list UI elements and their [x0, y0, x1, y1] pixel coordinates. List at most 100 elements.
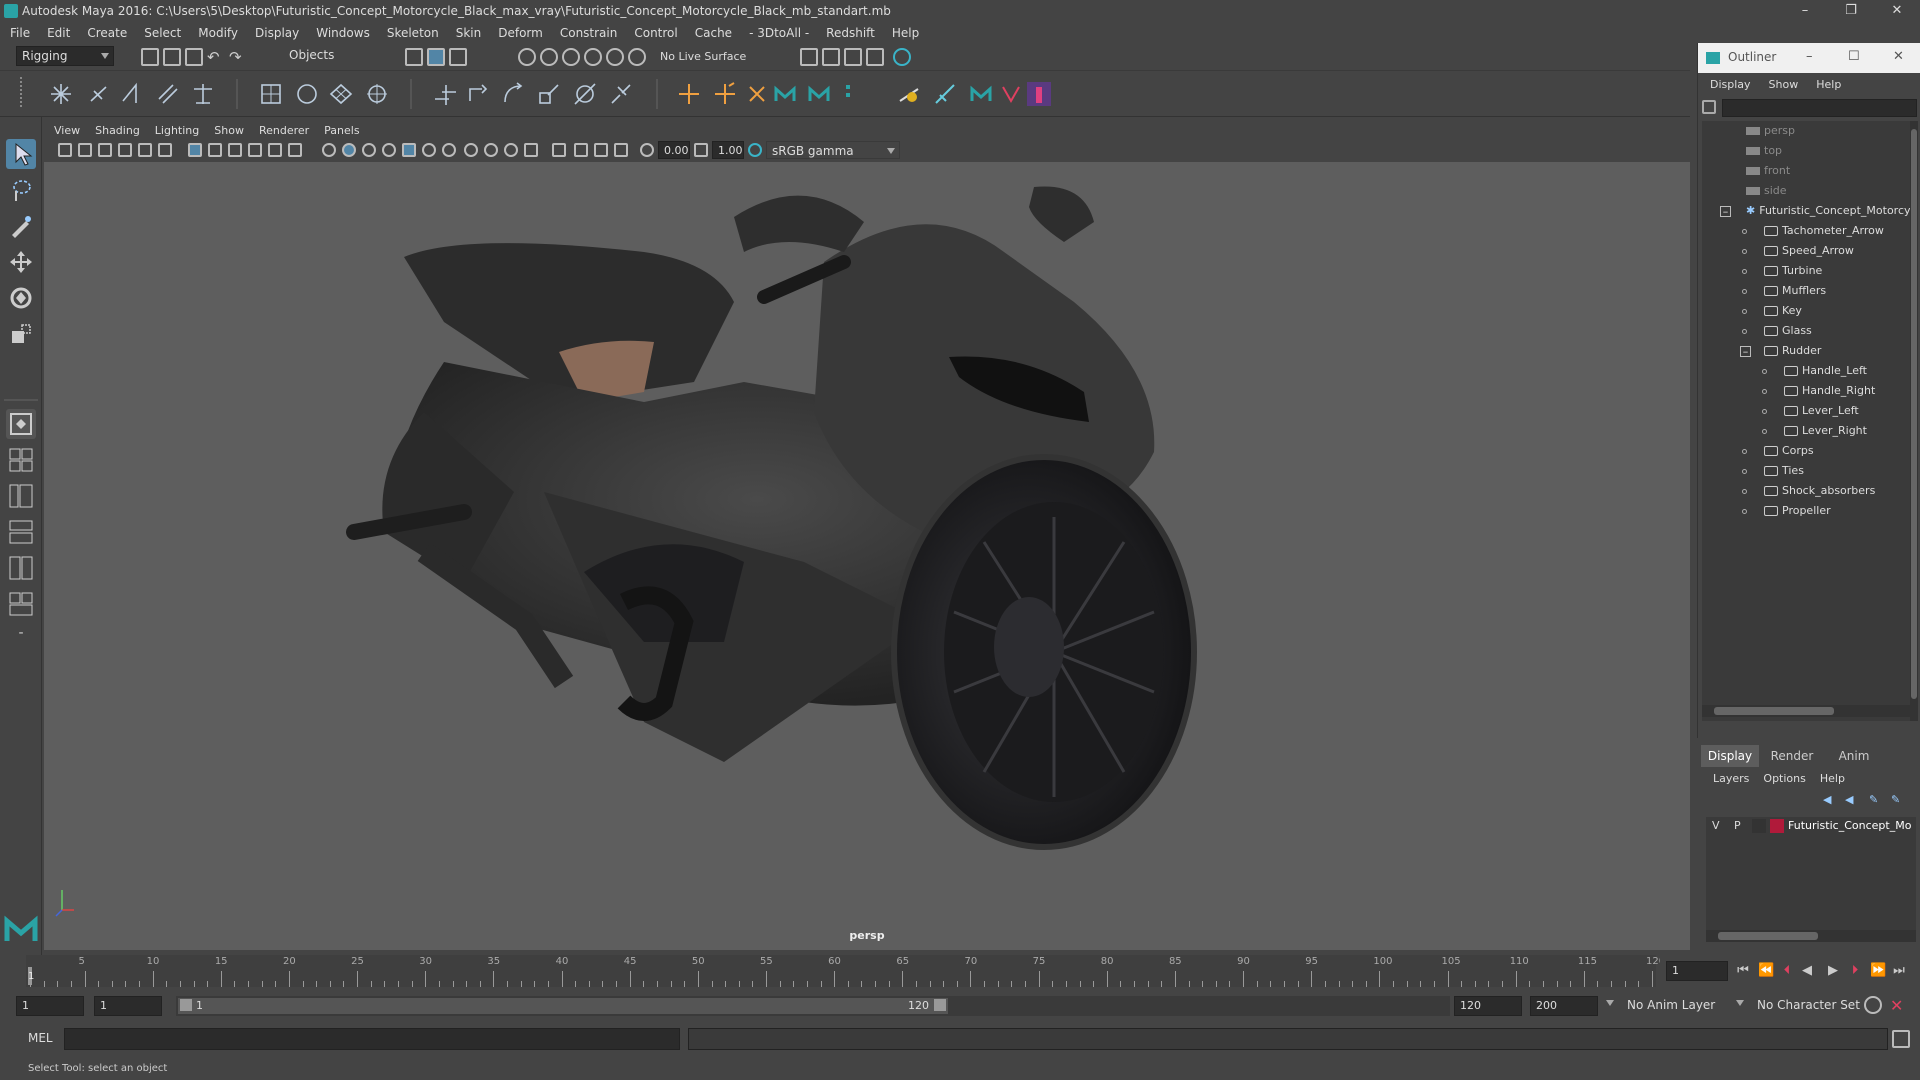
snap-curve-icon[interactable] [540, 48, 558, 66]
outliner-vscroll-thumb[interactable] [1911, 129, 1917, 699]
ik-spline-icon[interactable] [118, 81, 144, 107]
layer-menu-help[interactable]: Help [1820, 772, 1845, 785]
use-all-lights-icon[interactable] [402, 143, 416, 157]
maximize-button[interactable]: ❐ [1828, 0, 1874, 22]
persp-graph-layout[interactable] [6, 517, 36, 547]
four-view-layout[interactable] [6, 445, 36, 475]
playback-end-field[interactable]: 120 [1454, 996, 1522, 1016]
menu-control[interactable]: Control [634, 26, 677, 40]
anim-layer-arrow-icon[interactable] [1606, 1000, 1614, 1006]
bookmark-icon[interactable] [98, 143, 112, 157]
new-scene-icon[interactable] [141, 48, 159, 66]
ik-handle-icon[interactable] [86, 81, 112, 107]
layer-visibility-toggle[interactable]: V [1712, 819, 1720, 832]
new-layer-icon[interactable]: ✎ [1869, 793, 1878, 806]
scale-tool[interactable] [6, 319, 36, 349]
layer-type-toggle[interactable] [1752, 819, 1766, 833]
perspective-viewport[interactable]: persp [44, 162, 1690, 950]
skin-tools-icon[interactable] [998, 81, 1024, 107]
joint-tool-icon[interactable] [48, 81, 74, 107]
vp-menu-view[interactable]: View [54, 124, 80, 137]
tree-item-root[interactable]: ✱ Futuristic_Concept_Motorcy [1746, 201, 1910, 221]
safe-action-icon[interactable] [288, 143, 302, 157]
menu-3dtoall[interactable]: - 3DtoAll - [749, 26, 809, 40]
layer-menu-options[interactable]: Options [1763, 772, 1805, 785]
menu-skin[interactable]: Skin [456, 26, 482, 40]
single-view-layout[interactable] [6, 409, 36, 439]
mirror-joint-icon[interactable] [190, 81, 216, 107]
exposure-field[interactable]: 0.00 [658, 141, 690, 159]
outliner-search-input[interactable] [1722, 99, 1917, 117]
depth-of-field-icon[interactable] [524, 143, 538, 157]
open-scene-icon[interactable] [163, 48, 181, 66]
go-to-end-icon[interactable]: ⏭ [1892, 964, 1906, 978]
range-slider-handle[interactable]: 1 120 [178, 998, 948, 1014]
layer-color-swatch[interactable] [1770, 819, 1784, 833]
ipr-render-icon[interactable] [844, 48, 862, 66]
tree-item-mufflers[interactable]: Mufflers [1764, 281, 1826, 301]
outliner-vscrollbar[interactable] [1910, 121, 1918, 721]
xray-active-icon[interactable] [594, 143, 608, 157]
layer-menu-layers[interactable]: Layers [1713, 772, 1749, 785]
character-set-dropdown[interactable]: No Character Set [1752, 996, 1864, 1016]
layer-row[interactable]: V P Futuristic_Concept_Mo [1706, 817, 1916, 835]
command-language-label[interactable]: MEL [28, 1031, 53, 1045]
outliner-hscroll-thumb[interactable] [1714, 707, 1834, 715]
insert-joint-icon[interactable] [155, 81, 181, 107]
range-start-grip[interactable] [180, 999, 192, 1011]
tree-item-ties[interactable]: Ties [1764, 461, 1804, 481]
vp-menu-show[interactable]: Show [214, 124, 244, 137]
maya-shelf-a-icon[interactable] [772, 81, 798, 107]
outliner-maximize-button[interactable]: ☐ [1848, 49, 1860, 64]
step-back-key-icon[interactable]: ⏪ [1758, 964, 1774, 978]
tree-item-handle-left[interactable]: Handle_Left [1784, 361, 1867, 381]
orient-constraint-icon[interactable] [500, 81, 526, 107]
render-frame-icon[interactable] [822, 48, 840, 66]
tree-item-handle-right[interactable]: Handle_Right [1784, 381, 1875, 401]
image-plane-icon[interactable] [118, 143, 132, 157]
menu-cache[interactable]: Cache [695, 26, 732, 40]
script-editor-icon[interactable] [1892, 1030, 1910, 1048]
camera-select-icon[interactable] [58, 143, 72, 157]
tab-display[interactable]: Display [1701, 745, 1759, 767]
outliner-hscrollbar[interactable] [1702, 705, 1910, 717]
wireframe-on-shaded-icon[interactable] [362, 143, 376, 157]
tree-item-glass[interactable]: Glass [1764, 321, 1812, 341]
tree-item-front[interactable]: front [1746, 161, 1790, 181]
menu-deform[interactable]: Deform [498, 26, 543, 40]
tree-item-top[interactable]: top [1746, 141, 1782, 161]
persp-outliner-layout[interactable] [6, 481, 36, 511]
paint-weights-icon[interactable] [840, 81, 866, 107]
tree-item-lever-left[interactable]: Lever_Left [1784, 401, 1859, 421]
lasso-tool[interactable] [6, 175, 36, 205]
snap-view-plane-icon[interactable] [584, 48, 602, 66]
vp-menu-shading[interactable]: Shading [95, 124, 140, 137]
tree-item-persp[interactable]: persp [1746, 121, 1795, 141]
tree-item-rudder[interactable]: Rudder [1764, 341, 1821, 361]
step-forward-key-icon[interactable]: ⏩ [1870, 964, 1886, 978]
lattice-icon[interactable] [328, 81, 354, 107]
menu-skeleton[interactable]: Skeleton [387, 26, 439, 40]
smooth-shade-icon[interactable] [342, 143, 356, 157]
tree-item-shock-absorbers[interactable]: Shock_absorbers [1764, 481, 1875, 501]
anim-layer-dropdown[interactable]: No Anim Layer [1622, 996, 1734, 1016]
layer-hscrollbar[interactable] [1706, 930, 1916, 942]
playback-start-field[interactable]: 1 [94, 996, 162, 1016]
time-slider[interactable]: 5 10 15 20 25 30 35 40 45 50 55 60 65 70 75 80 85 90 95 100… [26, 955, 1665, 987]
tree-item-speed-arrow[interactable]: Speed_Arrow [1764, 241, 1854, 261]
exposure-icon[interactable] [640, 143, 654, 157]
outliner-menu-help[interactable]: Help [1816, 78, 1841, 91]
layer-name[interactable]: Futuristic_Concept_Mo [1788, 819, 1911, 832]
grease-pencil-icon[interactable] [158, 143, 172, 157]
antialiasing-icon[interactable] [504, 143, 518, 157]
outliner-refresh-icon[interactable] [1702, 100, 1716, 114]
color-management-icon[interactable] [748, 143, 762, 157]
maya-shelf-c-icon[interactable] [968, 81, 994, 107]
tree-item-corps[interactable]: Corps [1764, 441, 1814, 461]
aim-constraint-icon[interactable] [466, 81, 492, 107]
menu-display[interactable]: Display [255, 26, 299, 40]
backface-icon[interactable] [614, 143, 628, 157]
cluster-icon[interactable] [364, 81, 390, 107]
anim-prefs-icon[interactable]: ✕ [1890, 996, 1908, 1015]
move-layer-up-icon[interactable]: ◀ [1823, 793, 1831, 806]
